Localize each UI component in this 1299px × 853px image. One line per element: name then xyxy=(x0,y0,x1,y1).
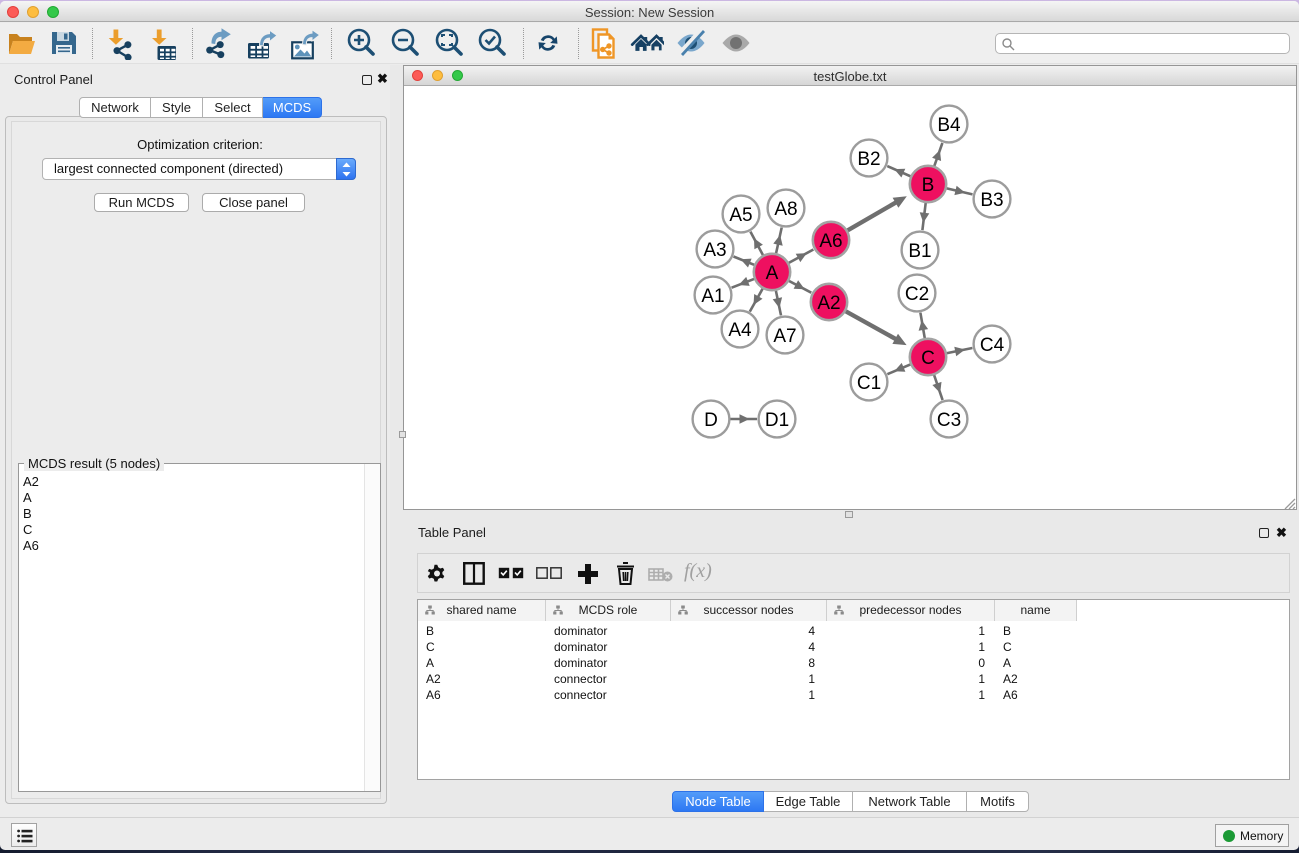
svg-text:A2: A2 xyxy=(817,293,840,314)
svg-text:A7: A7 xyxy=(773,326,796,347)
svg-text:C: C xyxy=(921,348,935,369)
svg-text:B4: B4 xyxy=(937,115,961,136)
svg-text:B2: B2 xyxy=(857,149,880,170)
svg-text:B1: B1 xyxy=(908,241,931,262)
svg-text:A3: A3 xyxy=(703,240,726,261)
svg-text:C2: C2 xyxy=(905,284,929,305)
svg-text:A: A xyxy=(766,263,779,284)
svg-text:B: B xyxy=(922,175,935,196)
svg-text:A5: A5 xyxy=(729,205,752,226)
svg-text:C3: C3 xyxy=(937,410,961,431)
svg-text:C1: C1 xyxy=(857,373,881,394)
svg-text:A8: A8 xyxy=(774,199,797,220)
svg-text:D: D xyxy=(704,410,718,431)
svg-text:A6: A6 xyxy=(819,231,842,252)
svg-text:A1: A1 xyxy=(701,286,724,307)
svg-text:C4: C4 xyxy=(980,335,1005,356)
svg-text:A4: A4 xyxy=(728,320,752,341)
svg-text:D1: D1 xyxy=(765,410,789,431)
svg-text:B3: B3 xyxy=(980,190,1003,211)
